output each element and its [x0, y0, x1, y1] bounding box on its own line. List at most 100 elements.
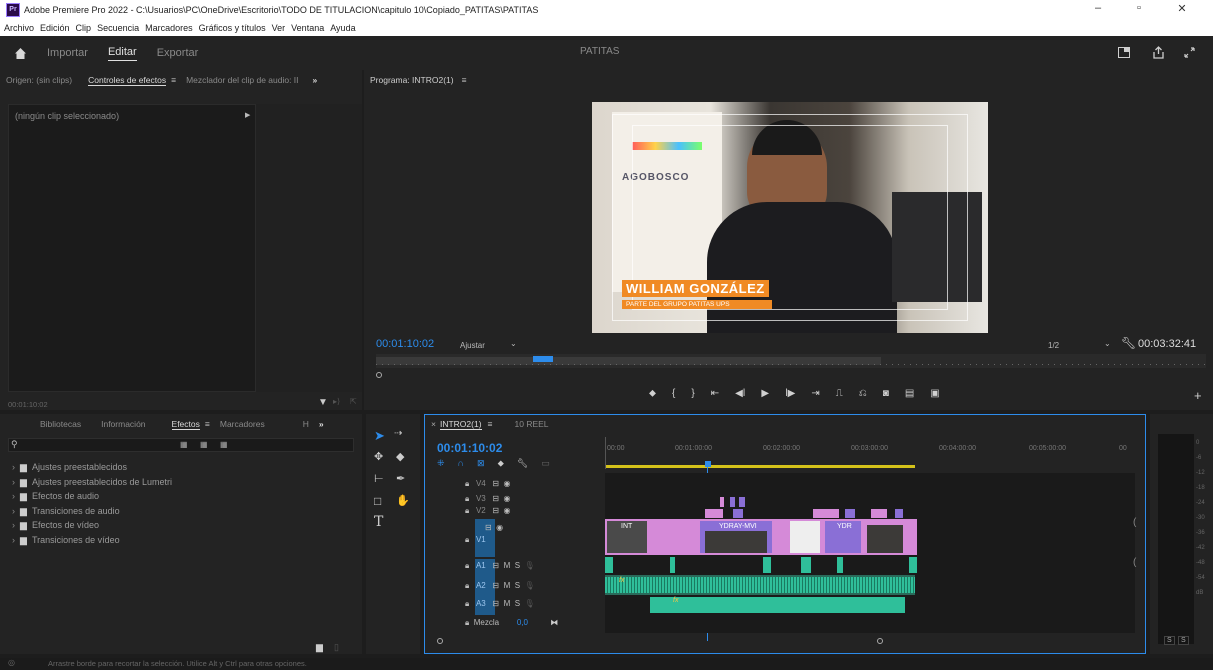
effects-overflow-icon[interactable]: »	[319, 419, 324, 429]
close-sequence-icon[interactable]: ×	[431, 419, 436, 429]
go-to-in-icon[interactable]: ⇤	[711, 388, 719, 399]
menu-ayuda[interactable]: Ayuda	[330, 23, 355, 33]
tab-bibliotecas[interactable]: Bibliotecas	[40, 419, 81, 429]
mark-in-icon[interactable]: {	[672, 388, 675, 399]
trash-icon[interactable]: ▯	[334, 642, 339, 653]
list-item[interactable]: › ▆ Transiciones de audio	[12, 504, 172, 519]
add-marker-icon[interactable]: ⬥	[649, 388, 656, 399]
insert-icon[interactable]: ▤	[905, 388, 914, 399]
nest-icon[interactable]: ⁜	[437, 458, 445, 469]
fit-dropdown[interactable]: Ajustar	[460, 341, 485, 350]
tab-intro2[interactable]: INTRO2(1)	[439, 419, 482, 430]
home-icon[interactable]	[14, 47, 27, 60]
track-header-v1[interactable]: ⊟ ◉	[465, 523, 503, 532]
step-forward-icon[interactable]: ǀ▶	[785, 388, 795, 399]
timeline-scrollbar[interactable]	[437, 637, 1137, 645]
type-tool-icon[interactable]: T	[374, 514, 383, 530]
rectangle-tool-icon[interactable]: □	[374, 494, 381, 508]
new-bin-icon[interactable]: ▆	[316, 642, 323, 653]
minimize-button[interactable]: –	[1078, 2, 1118, 18]
step-back-icon[interactable]: ◀ǀ	[735, 388, 745, 399]
filter-icon[interactable]: ▼	[318, 397, 328, 408]
menu-clip[interactable]: Clip	[76, 23, 92, 33]
timeline-timecode[interactable]: 00:01:10:02	[437, 441, 502, 455]
track-header-v2[interactable]: 🔒︎ V2 ⊟ ◉	[465, 506, 511, 516]
panel-overflow-icon[interactable]: »	[313, 75, 318, 85]
linked-selection-icon[interactable]: ⊠	[477, 458, 485, 469]
track-area[interactable]: INT YDRAY-MVI YDR fx fx ( (	[605, 473, 1136, 633]
list-item[interactable]: › ▆ Efectos de audio	[12, 489, 172, 504]
menu-ver[interactable]: Ver	[272, 23, 286, 33]
tab-importar[interactable]: Importar	[47, 47, 88, 59]
extract-icon[interactable]: ⎌	[859, 388, 867, 399]
camera-icon[interactable]: ◙	[883, 388, 889, 399]
add-marker-icon[interactable]: ⬥	[498, 458, 504, 469]
track-header-v4[interactable]: 🔒︎ V4 ⊟ ◉	[465, 479, 511, 489]
menu-secuencia[interactable]: Secuencia	[97, 23, 139, 33]
quick-export-icon[interactable]	[1118, 47, 1130, 58]
hand-tool-icon[interactable]: ✋	[396, 494, 410, 507]
menu-edicion[interactable]: Edición	[40, 23, 70, 33]
list-item[interactable]: › ▆ Ajustes preestablecidos	[12, 460, 172, 475]
menu-ventana[interactable]: Ventana	[291, 23, 324, 33]
track-header-v3[interactable]: 🔒︎ V3 ⊟ ◉	[465, 494, 511, 504]
settings-wrench-icon[interactable]: 🔧︎	[517, 458, 528, 469]
menu-archivo[interactable]: Archivo	[4, 23, 34, 33]
list-item[interactable]: › ▆ Ajustes preestablecidos de Lumetri	[12, 475, 172, 490]
export-frame-icon[interactable]: ⇱	[350, 397, 357, 406]
razor-tool-icon[interactable]: ◆	[396, 450, 404, 463]
wrench-icon[interactable]: 🔧︎	[1121, 336, 1136, 350]
snap-icon[interactable]: ∩	[458, 458, 464, 469]
solo-left-button[interactable]: S	[1164, 636, 1175, 645]
zoom-handle[interactable]	[376, 372, 382, 378]
yuv-effects-icon[interactable]: ▦	[220, 440, 228, 449]
tab-exportar[interactable]: Exportar	[157, 47, 199, 59]
track-header-a2[interactable]: 🔒︎ A2 ⊟ M S 🎙︎	[465, 581, 535, 591]
pen-tool-icon[interactable]: ✒	[396, 472, 405, 485]
share-icon[interactable]	[1152, 46, 1165, 59]
expand-triangle-icon[interactable]: ▶	[245, 111, 250, 119]
slip-tool-icon[interactable]: ⊢	[374, 472, 384, 485]
video-frame[interactable]: AGOBOSCO WILLIAM GONZÁLEZ PARTE DEL GRUP…	[592, 102, 988, 333]
captions-icon[interactable]: ▭	[541, 458, 550, 469]
fullscreen-icon[interactable]	[1184, 47, 1195, 58]
program-scrub-bar[interactable]	[376, 354, 1206, 368]
play-only-icon[interactable]: ▸⟩	[333, 397, 340, 406]
tab-controles-efectos[interactable]: Controles de efectos	[88, 75, 167, 86]
tab-editar[interactable]: Editar	[107, 46, 137, 61]
track-select-tool-icon[interactable]: ⇢	[394, 428, 402, 439]
solo-right-button[interactable]: S	[1178, 636, 1189, 645]
add-button-icon[interactable]: +	[1194, 388, 1202, 403]
program-menu-icon[interactable]: ≡	[462, 75, 467, 85]
close-button[interactable]: ✕	[1162, 2, 1202, 18]
mark-out-icon[interactable]: }	[691, 388, 694, 399]
32bit-effects-icon[interactable]: ▦	[200, 440, 208, 449]
accelerated-effects-icon[interactable]: ▦	[180, 440, 188, 449]
resolution-chevron-icon[interactable]: ⌄	[1104, 339, 1111, 348]
list-item[interactable]: › ▆ Transiciones de vídeo	[12, 533, 172, 548]
tab-10-reel[interactable]: 10 REEL	[515, 419, 549, 429]
time-ruler[interactable]: 00:00 00:01:00:00 00:02:00:00 00:03:00:0…	[605, 437, 1135, 469]
tab-mezclador-audio[interactable]: Mezclador del clip de audio: II	[186, 75, 298, 85]
program-title[interactable]: Programa: INTRO2(1)	[370, 75, 454, 85]
timeline-menu-icon[interactable]: ≡	[488, 419, 493, 429]
track-header-a3[interactable]: 🔒︎ A3 ⊟ M S 🎙︎	[465, 599, 535, 609]
go-to-out-icon[interactable]: ⇥	[811, 388, 819, 399]
maximize-button[interactable]: ▫	[1119, 2, 1159, 18]
selection-tool-icon[interactable]: ➤	[374, 428, 385, 444]
menu-graficos[interactable]: Gráficos y títulos	[199, 23, 266, 33]
tab-marcadores[interactable]: Marcadores	[220, 419, 265, 429]
tab-origen[interactable]: Origen: (sin clips)	[6, 75, 72, 85]
track-header-mix[interactable]: 🔒︎ Mezcla 0,0 ⧓	[465, 618, 558, 628]
play-icon[interactable]: ▶	[761, 388, 769, 399]
fit-chevron-icon[interactable]: ⌄	[510, 339, 517, 348]
overwrite-icon[interactable]: ▣	[930, 388, 939, 399]
tab-informacion[interactable]: Información	[101, 419, 145, 429]
ripple-edit-tool-icon[interactable]: ✥	[374, 450, 383, 463]
menu-marcadores[interactable]: Marcadores	[145, 23, 193, 33]
effects-menu-icon[interactable]: ≡	[205, 419, 210, 429]
track-header-a1[interactable]: 🔒︎ A1 ⊟ M S 🎙︎	[465, 561, 535, 571]
resolution-dropdown[interactable]: 1/2	[1048, 341, 1059, 350]
lift-icon[interactable]: ⎍	[836, 388, 843, 399]
list-item[interactable]: › ▆ Efectos de vídeo	[12, 518, 172, 533]
